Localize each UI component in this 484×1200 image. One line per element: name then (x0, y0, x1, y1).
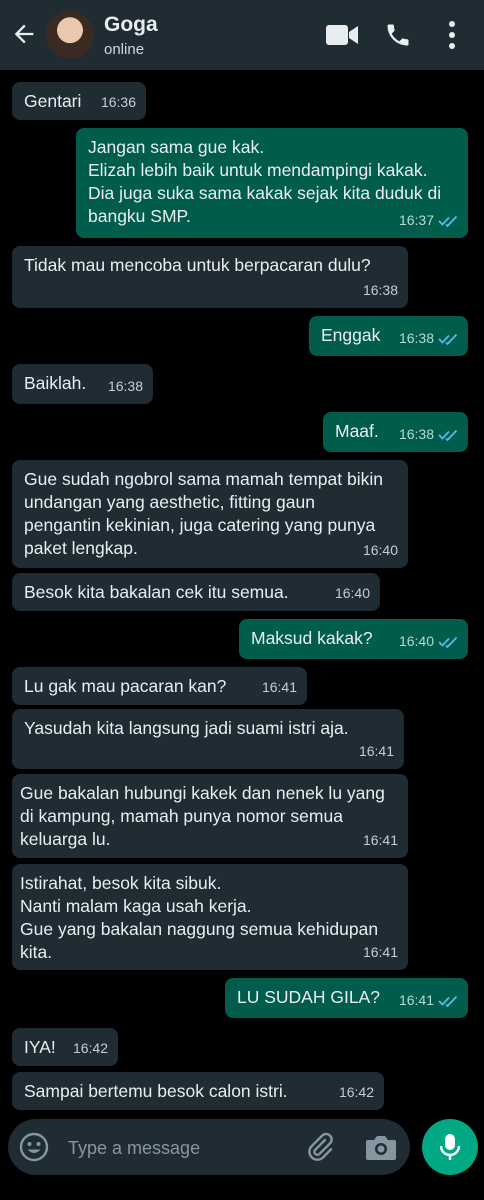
message-meta: 16:41 (359, 740, 394, 763)
message-text: Besok kita bakalan cek itu semua. (24, 582, 289, 602)
message-meta: 16:41 (399, 989, 458, 1012)
message-meta: 16:38 (108, 375, 143, 398)
message-text: Gue sudah ngobrol sama mamah tempat biki… (24, 469, 388, 558)
message-time: 16:40 (334, 585, 370, 601)
attachment-icon[interactable] (304, 1131, 336, 1163)
message-time: 16:37 (398, 212, 434, 228)
message-text: Lu gak mau pacaran kan? (24, 676, 227, 696)
message-bubble-incoming[interactable]: Gue bakalan hubungi kakek dan nenek lu y… (12, 774, 408, 858)
message-bubble-outgoing[interactable]: LU SUDAH GILA? 16:41 (225, 978, 468, 1018)
read-ticks-icon (438, 215, 458, 227)
message-text: Maksud kakak? (251, 628, 373, 648)
message-time: 16:38 (107, 378, 143, 394)
message-time: 16:40 (398, 633, 434, 649)
message-time: 16:36 (100, 94, 136, 110)
message-text: Enggak (321, 325, 381, 345)
contact-status: online (104, 41, 145, 58)
message-meta: 16:40 (335, 582, 370, 605)
message-input[interactable] (66, 1129, 290, 1167)
message-bubble-outgoing[interactable]: Jangan sama gue kak. Elizah lebih baik u… (76, 128, 468, 238)
back-arrow-icon[interactable] (10, 20, 38, 48)
voice-message-button[interactable] (422, 1119, 478, 1175)
message-text: Istirahat, besok kita sibuk. Nanti malam… (20, 873, 379, 962)
read-ticks-icon (438, 995, 458, 1007)
message-meta: 16:37 (399, 209, 458, 232)
message-meta: 16:41 (363, 941, 398, 964)
message-text: Gue bakalan hubungi kakek dan nenek lu y… (20, 783, 390, 849)
message-time: 16:40 (362, 542, 398, 558)
more-options-icon[interactable] (446, 19, 458, 51)
camera-icon[interactable] (364, 1131, 398, 1163)
message-time: 16:38 (398, 330, 434, 346)
message-time: 16:38 (362, 282, 398, 298)
message-composer (8, 1119, 410, 1175)
message-bubble-outgoing[interactable]: Maaf. 16:38 (323, 412, 468, 452)
message-time: 16:42 (72, 1040, 108, 1056)
message-text: Sampai bertemu besok calon istri. (24, 1081, 288, 1101)
chat-header: Goga online (0, 0, 484, 70)
message-meta: 16:42 (339, 1081, 374, 1104)
voice-call-icon[interactable] (384, 21, 412, 49)
message-text: Yasudah kita langsung jadi suami istri a… (24, 718, 349, 738)
message-bubble-incoming[interactable]: Istirahat, besok kita sibuk. Nanti malam… (12, 864, 408, 970)
video-call-icon[interactable] (325, 22, 359, 48)
message-time: 16:41 (358, 743, 394, 759)
read-ticks-icon (438, 333, 458, 345)
avatar[interactable] (46, 11, 94, 59)
read-ticks-icon (438, 429, 458, 441)
message-bubble-incoming[interactable]: Tidak mau mencoba untuk berpacaran dulu?… (12, 246, 408, 308)
message-meta: 16:38 (399, 327, 458, 350)
message-bubble-outgoing[interactable]: Enggak 16:38 (309, 316, 468, 356)
message-bubble-incoming[interactable]: Lu gak mau pacaran kan? 16:41 (12, 667, 307, 705)
message-bubble-incoming[interactable]: Baiklah. 16:38 (12, 364, 153, 404)
message-bubble-outgoing[interactable]: Maksud kakak? 16:40 (239, 619, 468, 659)
message-meta: 16:41 (262, 676, 297, 699)
message-meta: 16:36 (101, 91, 136, 114)
message-time: 16:42 (338, 1084, 374, 1100)
message-text: Gentari (24, 91, 82, 111)
microphone-icon (439, 1134, 461, 1160)
message-meta: 16:42 (73, 1037, 108, 1060)
message-text: Maaf. (335, 421, 379, 441)
message-time: 16:41 (261, 679, 297, 695)
message-meta: 16:40 (399, 630, 458, 653)
message-meta: 16:41 (363, 829, 398, 852)
contact-name[interactable]: Goga (104, 13, 158, 37)
message-meta: 16:38 (399, 423, 458, 446)
message-meta: 16:40 (363, 539, 398, 562)
message-bubble-incoming[interactable]: Gentari 16:36 (12, 82, 146, 120)
message-time: 16:38 (398, 426, 434, 442)
message-time: 16:41 (398, 992, 434, 1008)
message-bubble-incoming[interactable]: Yasudah kita langsung jadi suami istri a… (12, 709, 404, 769)
message-bubble-incoming[interactable]: Besok kita bakalan cek itu semua. 16:40 (12, 573, 380, 611)
message-meta: 16:38 (363, 279, 398, 302)
message-text: Baiklah. (24, 373, 87, 393)
message-text: IYA! (24, 1037, 56, 1057)
message-time: 16:41 (362, 944, 398, 960)
message-text: Tidak mau mencoba untuk berpacaran dulu? (24, 255, 371, 275)
message-bubble-incoming[interactable]: Sampai bertemu besok calon istri. 16:42 (12, 1072, 384, 1110)
message-bubble-incoming[interactable]: Gue sudah ngobrol sama mamah tempat biki… (12, 460, 408, 568)
message-time: 16:41 (362, 832, 398, 848)
emoji-icon[interactable] (18, 1131, 50, 1163)
message-bubble-incoming[interactable]: IYA! 16:42 (12, 1028, 118, 1066)
message-text: LU SUDAH GILA? (237, 987, 380, 1007)
read-ticks-icon (438, 636, 458, 648)
